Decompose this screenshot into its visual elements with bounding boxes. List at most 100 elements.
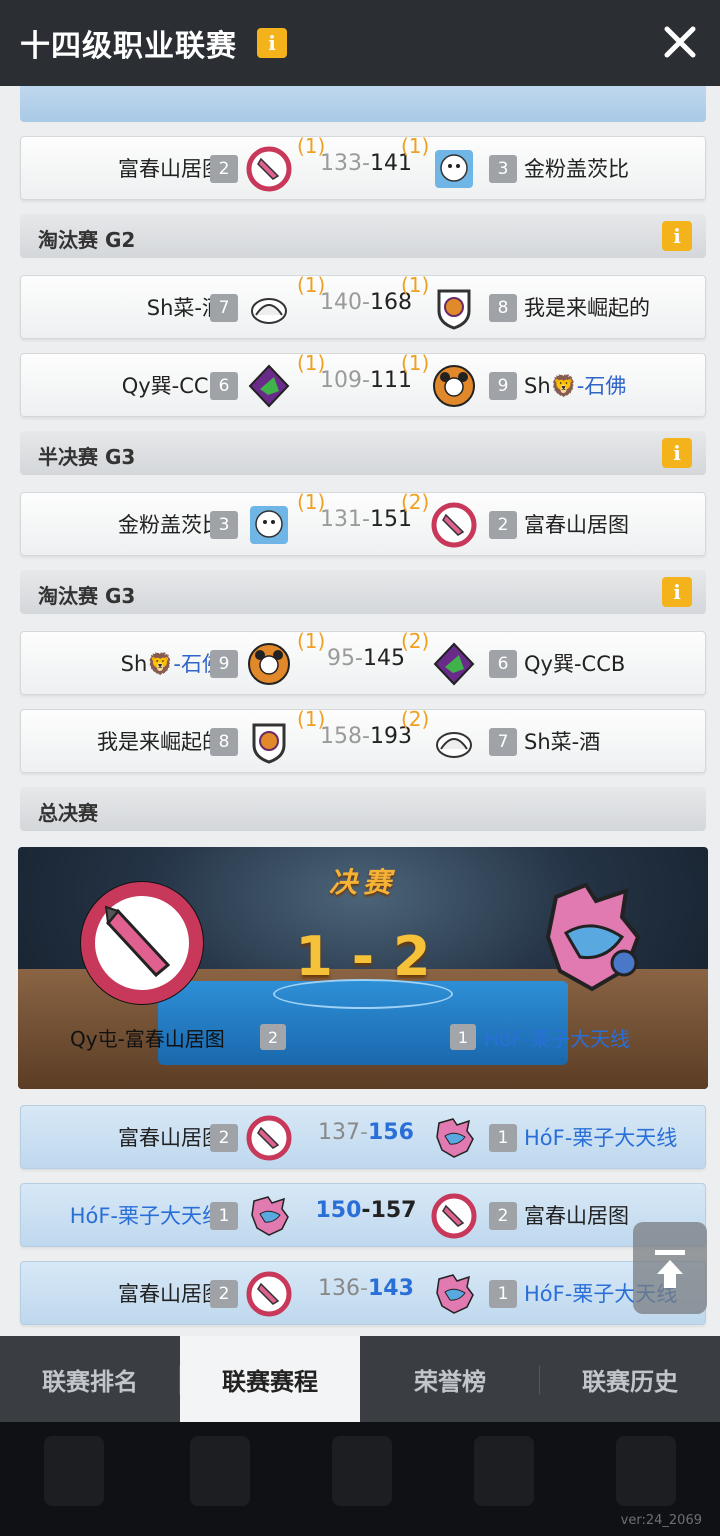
rocket-team-logo [246, 1115, 292, 1161]
right-team-name: Sh🦁-石佛 [524, 370, 626, 400]
section-title: 总决赛 [38, 801, 98, 825]
match-row[interactable]: Sh🦁-石佛 9 (1) 95-145 (2) 6 Qy巽-CCB [20, 629, 706, 695]
shark-team-logo [545, 882, 641, 992]
final-game-row[interactable]: HóF-栗子大天线 1 150-157 2 富春山居图 [20, 1183, 706, 1247]
left-seed-badge: 3 [210, 511, 238, 539]
section-title: 淘汰赛 G3 [38, 584, 136, 608]
score-dash: - [362, 507, 370, 532]
polar-bear-team-logo [250, 506, 288, 544]
score-dash: - [362, 290, 370, 315]
dimmed-nav-icon [474, 1436, 534, 1506]
right-score: 145 [362, 646, 405, 671]
team-name-prefix: Sh [120, 652, 148, 676]
title-bar: 十四级职业联赛 i [0, 0, 720, 86]
team-name-suffix: -石佛 [576, 374, 627, 398]
helmet-team-logo [251, 298, 287, 324]
spartan-team-logo [437, 289, 471, 330]
right-seed-badge: 7 [489, 728, 517, 756]
match-row[interactable]: Qy巽-CCB 6 (1) 109-111 (1) 9 Sh🦁-石佛 [20, 351, 706, 417]
tab-label: 荣誉榜 [414, 1367, 486, 1396]
score-dash: - [355, 646, 363, 671]
score-dash: - [362, 724, 370, 749]
right-series-wins: (2) [401, 629, 430, 653]
tab-honor-roll[interactable]: 荣誉榜 [360, 1336, 540, 1422]
left-score: 131 [320, 507, 363, 532]
right-team-name: 富春山居图 [524, 513, 629, 537]
rocket-team-logo [431, 502, 477, 548]
match-row[interactable]: 我是来崛起的 8 (1) 158-193 (2) 7 Sh菜-酒 [20, 707, 706, 773]
right-seed-badge: 2 [489, 511, 517, 539]
right-team-name: Sh菜-酒 [524, 730, 601, 754]
dragon-team-logo [433, 642, 475, 686]
match-row[interactable]: 金粉盖茨比 3 (1) 131-151 (2) 2 富春山居图 [20, 490, 706, 556]
final-banner[interactable]: 决赛 1 - 2 Qy屯-富春山居图 2 1 HóF-栗子大天线 [18, 847, 708, 1089]
version-label: ver:24_2069 [620, 1513, 702, 1528]
partial-row [20, 86, 706, 122]
left-team-name: 我是来崛起的 [97, 730, 223, 754]
section-header: 淘汰赛 G3 i [20, 570, 706, 614]
info-icon[interactable]: i [257, 28, 287, 58]
shark-team-logo [436, 1118, 474, 1158]
close-icon[interactable] [662, 24, 698, 60]
left-seed-badge: 2 [210, 1280, 238, 1308]
score-dash: - [360, 1120, 368, 1145]
scroll-top-button[interactable] [633, 1222, 707, 1314]
match-row[interactable]: 富春山居图 2 (1) 133-141 (1) 3 金粉盖茨比 [20, 134, 706, 200]
shark-team-logo [251, 1196, 289, 1236]
right-team-name: HóF-栗子大天线 [524, 1126, 678, 1150]
scroll-top-icon [655, 1250, 685, 1288]
info-icon[interactable]: i [662, 221, 692, 251]
lion-emoji-icon: 🦁 [550, 374, 577, 398]
spartan-team-logo [252, 723, 286, 764]
section-header: 半决赛 G3 i [20, 431, 706, 475]
left-team-name: 金粉盖茨比 [118, 513, 223, 537]
right-series-wins: (1) [401, 351, 430, 375]
left-seed-badge: 6 [210, 372, 238, 400]
final-game-row[interactable]: 富春山居图 2 137-156 1 HóF-栗子大天线 [20, 1105, 706, 1169]
score-dash: - [361, 1198, 371, 1223]
rocket-team-logo [246, 1271, 292, 1317]
left-seed-badge: 7 [210, 294, 238, 322]
dimmed-nav-icon [44, 1436, 104, 1506]
right-series-wins: (1) [401, 273, 430, 297]
final-right-team-name: HóF-栗子大天线 [484, 1027, 630, 1051]
info-icon[interactable]: i [662, 438, 692, 468]
tab-league-schedule[interactable]: 联赛赛程 [180, 1336, 360, 1422]
left-seed-badge: 1 [210, 1202, 238, 1230]
rocket-team-logo [431, 1193, 477, 1239]
left-score: 109 [320, 368, 363, 393]
tab-league-ranking[interactable]: 联赛排名 [0, 1336, 180, 1422]
right-seed-badge: 3 [489, 155, 517, 183]
rocket-team-logo [246, 146, 292, 192]
left-team-name: Sh🦁-石佛 [121, 648, 223, 678]
match-score: 150-157 [311, 1198, 421, 1223]
section-title: 半决赛 G3 [38, 445, 136, 469]
tab-bar: 联赛排名 联赛赛程 荣誉榜 联赛历史 [0, 1336, 720, 1422]
match-row[interactable]: Sh菜-酒 7 (1) 140-168 (1) 8 我是来崛起的 [20, 273, 706, 339]
tab-label: 联赛赛程 [222, 1367, 318, 1396]
score-dash: - [360, 1276, 368, 1301]
left-score: 150 [315, 1198, 362, 1223]
info-icon[interactable]: i [662, 577, 692, 607]
schedule-list[interactable]: 富春山居图 2 (1) 133-141 (1) 3 金粉盖茨比 淘汰赛 G2 i… [0, 86, 720, 1336]
right-team-name: Qy巽-CCB [524, 652, 626, 676]
right-score: 156 [368, 1120, 414, 1145]
final-game-row[interactable]: 富春山居图 2 136-143 1 HóF-栗子大天线 [20, 1261, 706, 1325]
left-team-name: HóF-栗子大天线 [69, 1204, 223, 1228]
final-right-seed-badge: 1 [450, 1024, 476, 1050]
dimmed-nav-icon [190, 1436, 250, 1506]
tab-league-history[interactable]: 联赛历史 [540, 1336, 720, 1422]
score-dash: - [362, 151, 370, 176]
background-nav-area: ver:24_2069 [0, 1422, 720, 1536]
right-seed-badge: 1 [489, 1280, 517, 1308]
right-seed-badge: 6 [489, 650, 517, 678]
right-team-name: 富春山居图 [524, 1204, 629, 1228]
shark-team-logo [436, 1274, 474, 1314]
section-header: 总决赛 [20, 787, 706, 831]
right-score: 143 [368, 1276, 414, 1301]
match-score: 136-143 [311, 1276, 421, 1301]
tab-label: 联赛历史 [582, 1367, 678, 1396]
section-header: 淘汰赛 G2 i [20, 214, 706, 258]
left-score: 158 [320, 724, 363, 749]
right-seed-badge: 9 [489, 372, 517, 400]
